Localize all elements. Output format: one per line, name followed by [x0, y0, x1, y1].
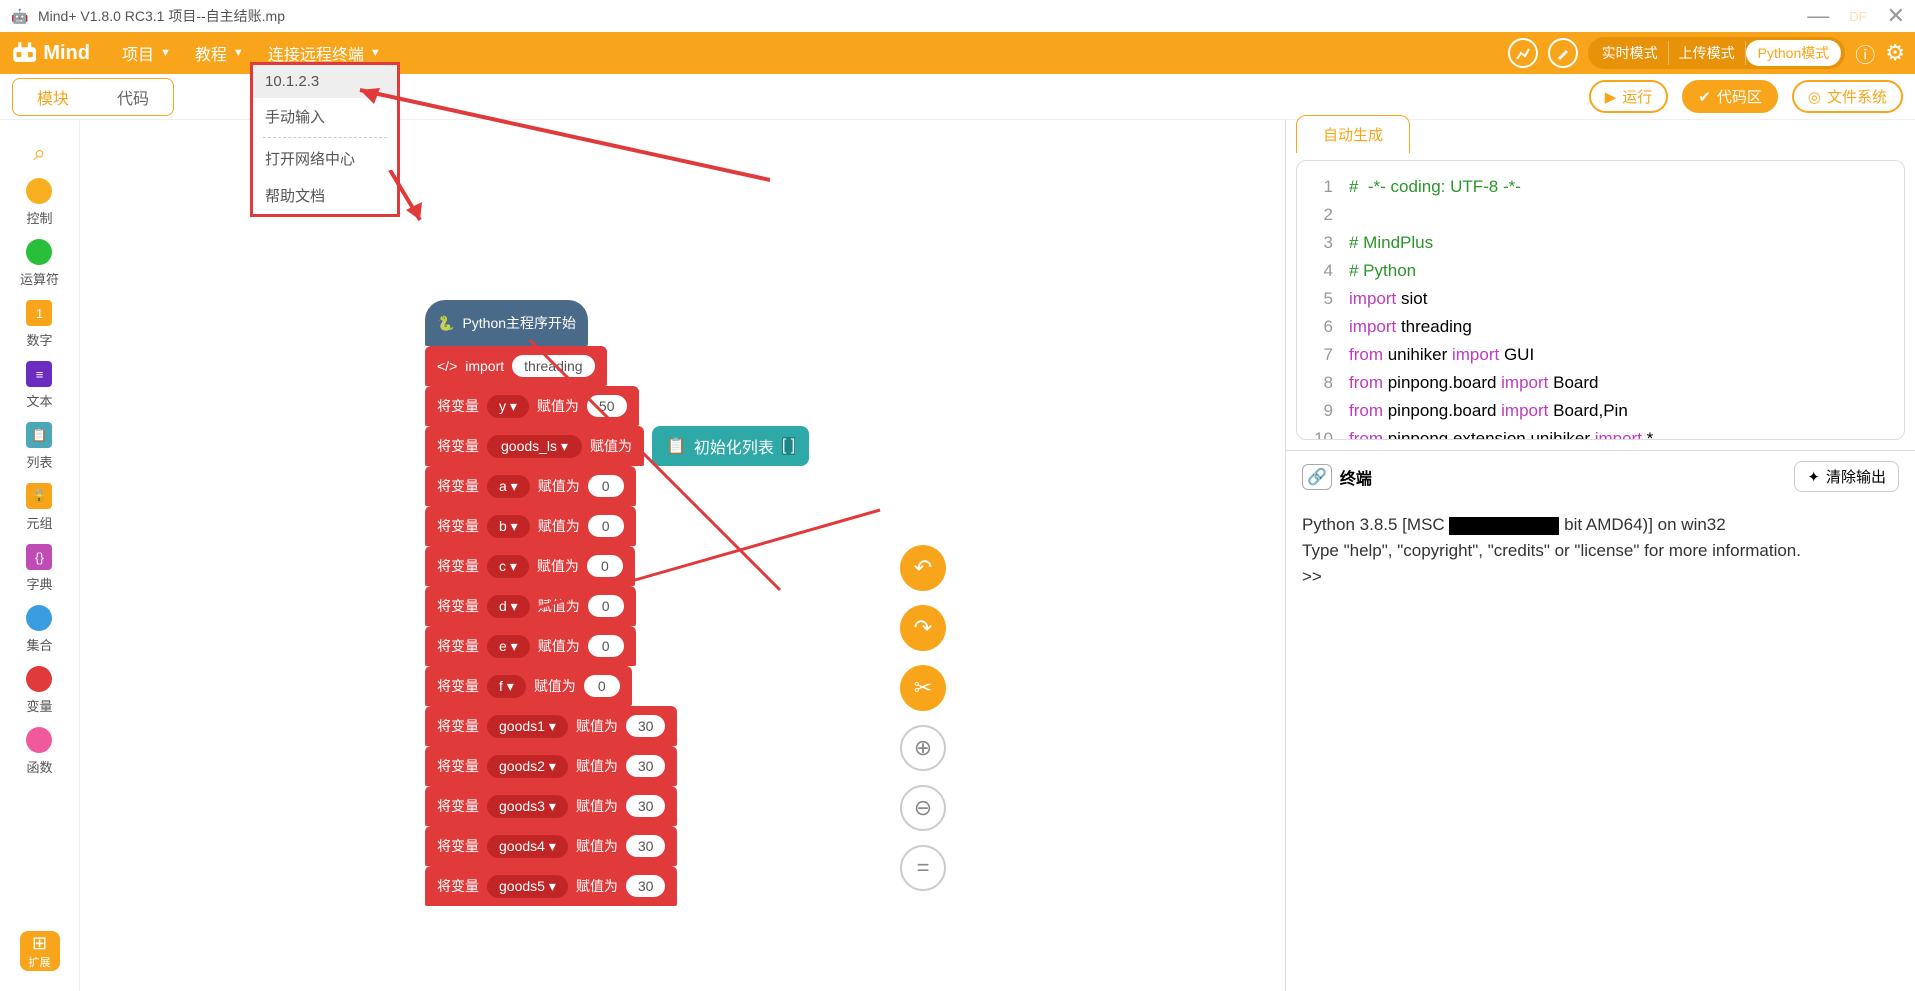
- chart-icon-button[interactable]: [1508, 38, 1538, 68]
- chevron-down-icon: ▼: [370, 47, 381, 59]
- code-icon: </>: [437, 358, 457, 374]
- mode-upload[interactable]: 上传模式: [1669, 41, 1746, 65]
- category-sidebar: ⌕ 控制 运算符 1数字 ≡文本 📋列表 🔒元组 {}字典 集合 变量 函数 ⊞…: [0, 120, 80, 991]
- variable-icon: [26, 666, 52, 692]
- dict-icon: {}: [26, 544, 52, 570]
- mindplus-logo: Mind: [10, 35, 90, 71]
- setvar-block[interactable]: 将变量goods2 ▾赋值为30: [425, 746, 677, 786]
- play-icon: ▶: [1605, 88, 1617, 106]
- window-title: Mind+ V1.8.0 RC3.1 项目--自主结账.mp: [38, 6, 285, 26]
- setvar-block[interactable]: 将变量a ▾赋值为0: [425, 466, 636, 506]
- import-block[interactable]: </>importthreading: [425, 346, 607, 386]
- edit-icon-button[interactable]: [1548, 38, 1578, 68]
- sidebar-tuple[interactable]: 🔒元组: [26, 483, 52, 532]
- setvar-block[interactable]: 将变量goods1 ▾赋值为30: [425, 706, 677, 746]
- sidebar-dict[interactable]: {}字典: [26, 544, 52, 593]
- target-icon: ◎: [1808, 88, 1821, 106]
- setvar-block[interactable]: 将变量f ▾赋值为0: [425, 666, 632, 706]
- run-button[interactable]: ▶运行: [1589, 80, 1669, 113]
- dropdown-ip[interactable]: 10.1.2.3: [253, 65, 397, 98]
- menu-tutorial[interactable]: 教程▼: [183, 32, 256, 74]
- setvar-block[interactable]: 将变量y ▾赋值为50: [425, 386, 639, 426]
- mode-switcher[interactable]: 实时模式 上传模式 Python模式: [1588, 37, 1846, 69]
- initlist-block[interactable]: 📋初始化列表[ ]: [652, 426, 809, 466]
- zoom-out-button[interactable]: ⊖: [900, 785, 946, 831]
- mode-realtime[interactable]: 实时模式: [1592, 41, 1669, 65]
- puzzle-icon: ⊞: [32, 933, 47, 954]
- link-icon: 🔗: [1302, 464, 1332, 490]
- redacted-text: [1449, 517, 1559, 535]
- search-icon: ⌕: [33, 140, 45, 166]
- eraser-icon: ✦: [1807, 468, 1820, 486]
- hat-block[interactable]: 🐍Python主程序开始: [425, 300, 588, 346]
- setvar-block[interactable]: 将变量d ▾赋值为0: [425, 586, 636, 626]
- control-icon: [26, 178, 52, 204]
- tab-code[interactable]: 代码: [93, 79, 173, 115]
- chevron-down-icon: ▼: [233, 47, 244, 59]
- setvar-block[interactable]: 将变量b ▾赋值为0: [425, 506, 636, 546]
- sidebar-variable[interactable]: 变量: [26, 666, 52, 715]
- setvar-block[interactable]: 将变量e ▾赋值为0: [425, 626, 636, 666]
- undo-button[interactable]: ↶: [900, 545, 946, 591]
- sidebar-function[interactable]: 函数: [26, 727, 52, 776]
- setvar-block[interactable]: 将变量c ▾赋值为0: [425, 546, 635, 586]
- title-bar: 🤖 Mind+ V1.8.0 RC3.1 项目--自主结账.mp — DF ✕: [0, 0, 1915, 32]
- redo-button[interactable]: ↷: [900, 605, 946, 651]
- number-icon: 1: [26, 300, 52, 326]
- code-pane: 自动生成 1# -*- coding: UTF-8 -*-23# MindPlu…: [1285, 120, 1915, 991]
- check-icon: ✔: [1698, 88, 1711, 106]
- sidebar-text[interactable]: ≡文本: [26, 361, 52, 410]
- operator-icon: [26, 239, 52, 265]
- close-icon[interactable]: ✕: [1887, 3, 1905, 29]
- sidebar-search[interactable]: ⌕: [33, 140, 45, 166]
- terminal-header: 🔗 终端 ✦清除输出: [1286, 450, 1915, 502]
- terminal-line: Python 3.8.5 [MSC: [1302, 515, 1449, 534]
- settings-icon[interactable]: ⚙: [1885, 40, 1905, 66]
- python-icon: 🐍: [437, 315, 454, 332]
- setvar-block[interactable]: 将变量goods4 ▾赋值为30: [425, 826, 677, 866]
- watermark: DF: [1849, 9, 1866, 24]
- sidebar-list[interactable]: 📋列表: [26, 422, 52, 471]
- connect-dropdown: 10.1.2.3 手动输入 打开网络中心 帮助文档: [250, 62, 400, 217]
- dropdown-manual[interactable]: 手动输入: [253, 98, 397, 135]
- tuple-icon: 🔒: [26, 483, 52, 509]
- menu-project[interactable]: 项目▼: [110, 32, 183, 74]
- chevron-down-icon: ▼: [160, 47, 171, 59]
- text-icon: ≡: [26, 361, 52, 387]
- filesystem-button[interactable]: ◎文件系统: [1792, 80, 1903, 113]
- code-tab-auto[interactable]: 自动生成: [1296, 115, 1410, 153]
- function-icon: [26, 727, 52, 753]
- blocks-canvas[interactable]: 🐍Python主程序开始</>importthreading将变量y ▾赋值为5…: [80, 120, 1285, 991]
- zoom-reset-button[interactable]: =: [900, 845, 946, 891]
- sidebar-number[interactable]: 1数字: [26, 300, 52, 349]
- codearea-button[interactable]: ✔代码区: [1682, 80, 1778, 113]
- terminal-output[interactable]: Python 3.8.5 [MSC bit AMD64)] on win32 T…: [1286, 502, 1915, 991]
- sidebar-extension[interactable]: ⊞扩展: [20, 931, 60, 971]
- dropdown-netcenter[interactable]: 打开网络中心: [253, 140, 397, 177]
- dropdown-help[interactable]: 帮助文档: [253, 177, 397, 214]
- view-tabs: 模块 代码: [12, 78, 174, 116]
- zoom-in-button[interactable]: ⊕: [900, 725, 946, 771]
- mode-python[interactable]: Python模式: [1746, 40, 1842, 66]
- setvar-block[interactable]: 将变量goods5 ▾赋值为30: [425, 866, 677, 906]
- setvar-block[interactable]: 将变量goods3 ▾赋值为30: [425, 786, 677, 826]
- crop-button[interactable]: ✂: [900, 665, 946, 711]
- sidebar-operator[interactable]: 运算符: [20, 239, 59, 288]
- minimize-icon[interactable]: —: [1807, 3, 1829, 29]
- app-logo-icon: 🤖: [10, 6, 30, 26]
- set-icon: [26, 605, 52, 631]
- code-editor[interactable]: 1# -*- coding: UTF-8 -*-23# MindPlus4# P…: [1296, 160, 1905, 440]
- help-icon[interactable]: ⓘ: [1855, 39, 1875, 68]
- terminal-clear-button[interactable]: ✦清除输出: [1794, 461, 1899, 492]
- sidebar-set[interactable]: 集合: [26, 605, 52, 654]
- terminal-label: 终端: [1340, 465, 1372, 489]
- setvar-block[interactable]: 将变量goods_ls ▾赋值为: [425, 426, 644, 466]
- list-icon: 📋: [26, 422, 52, 448]
- clipboard-icon: 📋: [666, 436, 686, 456]
- terminal-prompt: >>: [1302, 564, 1899, 590]
- tab-blocks[interactable]: 模块: [13, 79, 93, 115]
- sidebar-control[interactable]: 控制: [26, 178, 52, 227]
- terminal-line: Type "help", "copyright", "credits" or "…: [1302, 538, 1899, 564]
